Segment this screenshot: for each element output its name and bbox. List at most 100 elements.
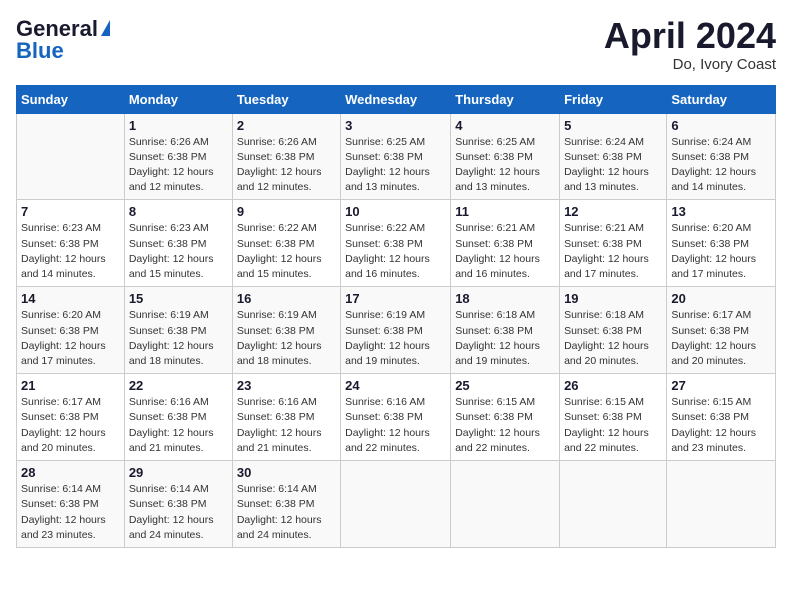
calendar-day-cell: 29 Sunrise: 6:14 AMSunset: 6:38 PMDayligh… xyxy=(124,461,232,548)
calendar-day-cell xyxy=(451,461,560,548)
day-info: Sunrise: 6:26 AMSunset: 6:38 PMDaylight:… xyxy=(129,135,228,196)
day-info: Sunrise: 6:19 AMSunset: 6:38 PMDaylight:… xyxy=(237,308,336,369)
day-info: Sunrise: 6:24 AMSunset: 6:38 PMDaylight:… xyxy=(564,135,662,196)
day-number: 27 xyxy=(671,378,771,393)
calendar-day-cell: 17Sunrise: 6:19 AMSunset: 6:38 PMDayligh… xyxy=(341,287,451,374)
day-number: 1 xyxy=(129,118,228,133)
calendar-day-cell: 8Sunrise: 6:23 AMSunset: 6:38 PMDaylight… xyxy=(124,200,232,287)
day-info: Sunrise: 6:20 AMSunset: 6:38 PMDaylight:… xyxy=(671,221,771,282)
logo: General Blue xyxy=(16,16,110,64)
weekday-header-cell: Monday xyxy=(124,85,232,113)
day-number: 26 xyxy=(564,378,662,393)
calendar-day-cell: 10 Sunrise: 6:22 AMSunset: 6:38 PMDayligh… xyxy=(341,200,451,287)
day-info: Sunrise: 6:19 AMSunset: 6:38 PMDaylight:… xyxy=(129,308,228,369)
calendar-day-cell: 23Sunrise: 6:16 AMSunset: 6:38 PMDayligh… xyxy=(232,374,340,461)
month-title: April 2024 xyxy=(604,16,776,56)
day-info: Sunrise: 6:17 AMSunset: 6:38 PMDaylight:… xyxy=(21,395,120,456)
day-number: 12 xyxy=(564,204,662,219)
day-number: 15 xyxy=(129,291,228,306)
calendar-day-cell: 13 Sunrise: 6:20 AMSunset: 6:38 PMDayligh… xyxy=(667,200,776,287)
calendar-day-cell: 7 Sunrise: 6:23 AMSunset: 6:38 PMDaylight… xyxy=(17,200,125,287)
calendar-day-cell: 28Sunrise: 6:14 AMSunset: 6:38 PMDayligh… xyxy=(17,461,125,548)
calendar-week-row: 21 Sunrise: 6:17 AMSunset: 6:38 PMDayligh… xyxy=(17,374,776,461)
day-info: Sunrise: 6:21 AMSunset: 6:38 PMDaylight:… xyxy=(455,221,555,282)
day-number: 21 xyxy=(21,378,120,393)
calendar-day-cell: 3Sunrise: 6:25 AMSunset: 6:38 PMDaylight… xyxy=(341,113,451,200)
calendar-week-row: 7 Sunrise: 6:23 AMSunset: 6:38 PMDaylight… xyxy=(17,200,776,287)
calendar-title-area: April 2024 Do, Ivory Coast xyxy=(604,16,776,73)
day-number: 11 xyxy=(455,204,555,219)
day-info: Sunrise: 6:16 AMSunset: 6:38 PMDaylight:… xyxy=(345,395,446,456)
day-info: Sunrise: 6:14 AMSunset: 6:38 PMDaylight:… xyxy=(129,482,228,543)
day-info: Sunrise: 6:18 AMSunset: 6:38 PMDaylight:… xyxy=(564,308,662,369)
weekday-header-row: SundayMondayTuesdayWednesdayThursdayFrid… xyxy=(17,85,776,113)
calendar-day-cell: 20 Sunrise: 6:17 AMSunset: 6:38 PMDayligh… xyxy=(667,287,776,374)
day-info: Sunrise: 6:18 AMSunset: 6:38 PMDaylight:… xyxy=(455,308,555,369)
calendar-day-cell: 5 Sunrise: 6:24 AMSunset: 6:38 PMDaylight… xyxy=(560,113,667,200)
day-number: 18 xyxy=(455,291,555,306)
day-info: Sunrise: 6:16 AMSunset: 6:38 PMDaylight:… xyxy=(129,395,228,456)
day-number: 4 xyxy=(455,118,555,133)
calendar-day-cell: 11 Sunrise: 6:21 AMSunset: 6:38 PMDayligh… xyxy=(451,200,560,287)
day-number: 2 xyxy=(237,118,336,133)
calendar-week-row: 14Sunrise: 6:20 AMSunset: 6:38 PMDayligh… xyxy=(17,287,776,374)
day-number: 10 xyxy=(345,204,446,219)
day-number: 17 xyxy=(345,291,446,306)
calendar-day-cell: 30Sunrise: 6:14 AMSunset: 6:38 PMDayligh… xyxy=(232,461,340,548)
day-number: 20 xyxy=(671,291,771,306)
calendar-day-cell: 2 Sunrise: 6:26 AMSunset: 6:38 PMDaylight… xyxy=(232,113,340,200)
day-number: 23 xyxy=(237,378,336,393)
calendar-week-row: 28 Sunrise: 6:14 AMSunset: 6:38 PMDayligh… xyxy=(17,461,776,548)
day-info: Sunrise: 6:25 AMSunset: 6:38 PMDaylight:… xyxy=(345,135,446,196)
weekday-header-cell: Wednesday xyxy=(341,85,451,113)
calendar-day-cell: 1 Sunrise: 6:26 AMSunset: 6:38 PMDaylight… xyxy=(124,113,232,200)
day-info: Sunrise: 6:24 AMSunset: 6:38 PMDaylight:… xyxy=(671,135,771,196)
day-number: 16 xyxy=(237,291,336,306)
day-number: 7 xyxy=(21,204,120,219)
calendar-day-cell: 14Sunrise: 6:20 AMSunset: 6:38 PMDayligh… xyxy=(17,287,125,374)
day-info: Sunrise: 6:23 AMSunset: 6:38 PMDaylight:… xyxy=(21,221,120,282)
day-info: Sunrise: 6:22 AMSunset: 6:38 PMDaylight:… xyxy=(345,221,446,282)
day-info: Sunrise: 6:26 AMSunset: 6:38 PMDaylight:… xyxy=(237,135,336,196)
day-number: 6 xyxy=(671,118,771,133)
calendar-day-cell xyxy=(667,461,776,548)
weekday-header-cell: Sunday xyxy=(17,85,125,113)
day-number: 25 xyxy=(455,378,555,393)
calendar-day-cell: 12 Sunrise: 6:21 AMSunset: 6:38 PMDayligh… xyxy=(560,200,667,287)
day-info: Sunrise: 6:15 AMSunset: 6:38 PMDaylight:… xyxy=(671,395,771,456)
day-info: Sunrise: 6:25 AMSunset: 6:38 PMDaylight:… xyxy=(455,135,555,196)
calendar-day-cell: 16 Sunrise: 6:19 AMSunset: 6:38 PMDayligh… xyxy=(232,287,340,374)
weekday-header-cell: Tuesday xyxy=(232,85,340,113)
day-info: Sunrise: 6:23 AMSunset: 6:38 PMDaylight:… xyxy=(129,221,228,282)
calendar-day-cell xyxy=(341,461,451,548)
calendar-day-cell: 24Sunrise: 6:16 AMSunset: 6:38 PMDayligh… xyxy=(341,374,451,461)
logo-blue: Blue xyxy=(16,38,64,64)
day-number: 22 xyxy=(129,378,228,393)
day-info: Sunrise: 6:17 AMSunset: 6:38 PMDaylight:… xyxy=(671,308,771,369)
day-info: Sunrise: 6:21 AMSunset: 6:38 PMDaylight:… xyxy=(564,221,662,282)
calendar-day-cell: 18 Sunrise: 6:18 AMSunset: 6:38 PMDayligh… xyxy=(451,287,560,374)
location-title: Do, Ivory Coast xyxy=(604,56,776,73)
day-number: 5 xyxy=(564,118,662,133)
day-info: Sunrise: 6:14 AMSunset: 6:38 PMDaylight:… xyxy=(237,482,336,543)
calendar-day-cell: 21 Sunrise: 6:17 AMSunset: 6:38 PMDayligh… xyxy=(17,374,125,461)
day-number: 13 xyxy=(671,204,771,219)
day-number: 9 xyxy=(237,204,336,219)
logo-triangle-icon xyxy=(101,20,110,36)
calendar-week-row: 1 Sunrise: 6:26 AMSunset: 6:38 PMDaylight… xyxy=(17,113,776,200)
day-number: 28 xyxy=(21,465,120,480)
weekday-header-cell: Thursday xyxy=(451,85,560,113)
calendar-day-cell xyxy=(17,113,125,200)
calendar-day-cell: 27 Sunrise: 6:15 AMSunset: 6:38 PMDayligh… xyxy=(667,374,776,461)
weekday-header-cell: Friday xyxy=(560,85,667,113)
day-number: 19 xyxy=(564,291,662,306)
page-header: General Blue April 2024 Do, Ivory Coast xyxy=(16,16,776,73)
day-number: 29 xyxy=(129,465,228,480)
calendar-day-cell: 6 Sunrise: 6:24 AMSunset: 6:38 PMDaylight… xyxy=(667,113,776,200)
calendar-day-cell: 9 Sunrise: 6:22 AMSunset: 6:38 PMDaylight… xyxy=(232,200,340,287)
day-info: Sunrise: 6:22 AMSunset: 6:38 PMDaylight:… xyxy=(237,221,336,282)
calendar-day-cell: 15 Sunrise: 6:19 AMSunset: 6:38 PMDayligh… xyxy=(124,287,232,374)
day-info: Sunrise: 6:15 AMSunset: 6:38 PMDaylight:… xyxy=(455,395,555,456)
calendar-day-cell: 4 Sunrise: 6:25 AMSunset: 6:38 PMDaylight… xyxy=(451,113,560,200)
day-info: Sunrise: 6:20 AMSunset: 6:38 PMDaylight:… xyxy=(21,308,120,369)
